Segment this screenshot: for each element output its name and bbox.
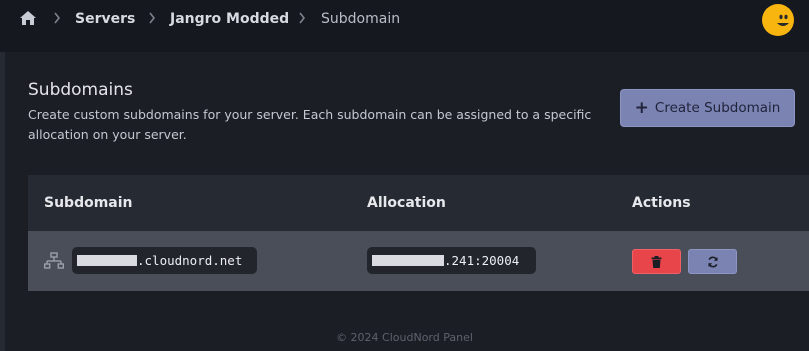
create-subdomain-label: Create Subdomain	[654, 100, 781, 116]
footer-copyright: © 2024 CloudNord Panel	[336, 331, 473, 344]
chevron-right-icon	[54, 12, 61, 24]
top-bar: Servers Jangro Modded Subdomain	[0, 0, 809, 38]
sync-subdomain-button[interactable]	[688, 249, 737, 274]
breadcrumb-servers[interactable]: Servers	[75, 11, 135, 27]
column-actions: Actions	[632, 195, 691, 211]
user-avatar[interactable]	[762, 4, 794, 36]
table-row: .cloudnord.net .241:20004	[28, 231, 809, 291]
subdomain-text: .cloudnord.net	[137, 253, 243, 268]
column-allocation: Allocation	[367, 195, 446, 211]
page-description: Create custom subdomains for your server…	[28, 107, 592, 142]
chevron-right-icon	[299, 12, 306, 24]
breadcrumb-current: Subdomain	[321, 11, 401, 27]
page-title: Subdomains	[28, 80, 133, 100]
chevron-right-icon	[149, 12, 156, 24]
redacted-block	[372, 255, 444, 266]
smiley-avatar-icon	[777, 14, 789, 26]
create-subdomain-button[interactable]: + Create Subdomain	[620, 89, 795, 127]
sync-icon	[707, 256, 718, 267]
trash-icon	[651, 255, 662, 268]
delete-subdomain-button[interactable]	[632, 249, 681, 274]
breadcrumb-server-name[interactable]: Jangro Modded	[170, 11, 289, 27]
home-icon[interactable]	[19, 10, 37, 26]
table-header: Subdomain Allocation Actions	[28, 175, 809, 231]
redacted-block	[77, 255, 137, 266]
allocation-value: .241:20004	[367, 247, 536, 274]
plus-icon: +	[634, 98, 649, 118]
network-icon	[44, 252, 64, 269]
column-subdomain: Subdomain	[44, 195, 133, 211]
allocation-text: .241:20004	[444, 253, 520, 268]
subdomain-value: .cloudnord.net	[72, 247, 257, 274]
